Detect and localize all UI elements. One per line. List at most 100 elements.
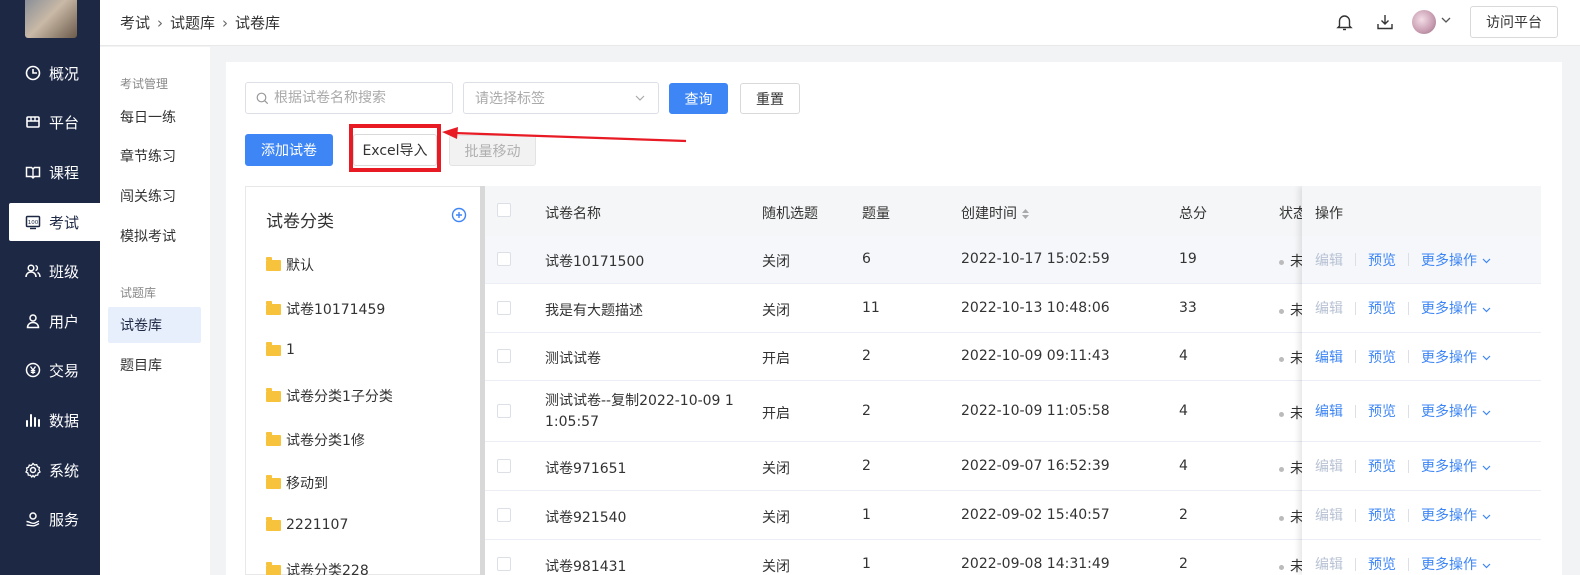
add-paper-button[interactable]: 添加试卷 [245, 134, 333, 166]
nav-item-exam[interactable]: 100 考试 [9, 203, 100, 241]
divider [1408, 350, 1409, 363]
more-actions-link[interactable]: 更多操作 [1421, 401, 1492, 421]
category-item[interactable]: 1 [266, 341, 295, 358]
more-actions-link[interactable]: 更多操作 [1421, 298, 1492, 318]
sub-item-chapter-practice[interactable]: 章节练习 [108, 138, 201, 174]
query-button[interactable]: 查询 [669, 83, 728, 114]
edit-link[interactable]: 编辑 [1315, 401, 1343, 421]
store-icon [24, 113, 42, 131]
edit-link[interactable]: 编辑 [1315, 298, 1343, 318]
preview-link[interactable]: 预览 [1368, 456, 1396, 476]
category-title: 试卷分类 [266, 212, 334, 232]
download-icon[interactable] [1375, 12, 1395, 32]
nav-item-service[interactable]: 服务 [0, 500, 100, 538]
cell-count: 11 [862, 300, 880, 316]
nav-item-class[interactable]: 班级 [0, 252, 100, 290]
chevron-down-icon[interactable] [1440, 14, 1452, 30]
cell-created: 2022-10-13 10:48:06 [961, 300, 1110, 316]
category-item[interactable]: 试卷10171459 [266, 299, 385, 319]
annotation-arrow-icon [442, 127, 687, 143]
select-all-checkbox[interactable] [497, 203, 511, 217]
divider [1408, 557, 1409, 571]
cell-status: 未 [1279, 458, 1304, 478]
edit-link[interactable]: 编辑 [1315, 250, 1343, 270]
col-header-count: 题量 [862, 206, 890, 222]
add-category-icon[interactable] [451, 207, 467, 223]
more-actions-link[interactable]: 更多操作 [1421, 456, 1492, 476]
search-icon [256, 92, 269, 104]
divider [1355, 301, 1356, 315]
edit-link[interactable]: 编辑 [1315, 554, 1343, 574]
sort-icon[interactable] [1021, 208, 1030, 220]
divider [1408, 404, 1409, 418]
category-item[interactable]: 试卷分类1修 [266, 430, 365, 450]
row-checkbox[interactable] [497, 349, 511, 363]
avatar[interactable] [1412, 10, 1436, 34]
row-operations: 编辑 预览 更多操作 [1302, 284, 1541, 333]
clock-icon [24, 64, 42, 82]
col-header-created[interactable]: 创建时间 [961, 203, 1030, 223]
breadcrumb-separator-icon: › [222, 13, 229, 32]
more-actions-link[interactable]: 更多操作 [1421, 505, 1492, 525]
cell-created: 2022-09-07 16:52:39 [961, 458, 1110, 474]
category-item[interactable]: 移动到 [266, 473, 328, 493]
preview-link[interactable]: 预览 [1368, 505, 1396, 525]
preview-link[interactable]: 预览 [1368, 347, 1396, 367]
row-checkbox[interactable] [497, 301, 511, 315]
breadcrumb-item[interactable]: 考试 [120, 12, 150, 33]
more-actions-link[interactable]: 更多操作 [1421, 250, 1492, 270]
chevron-down-icon [1483, 514, 1491, 519]
edit-link[interactable]: 编辑 [1315, 456, 1343, 476]
edit-link[interactable]: 编辑 [1315, 347, 1343, 367]
category-item[interactable]: 试卷分类1子分类 [266, 386, 393, 406]
row-checkbox[interactable] [497, 508, 511, 522]
nav-item-trade[interactable]: 交易 [0, 351, 100, 389]
row-checkbox[interactable] [497, 557, 511, 571]
nav-item-course[interactable]: 课程 [0, 153, 100, 191]
top-header: 考试 › 试题库 › 试卷库 访问平台 [100, 0, 1580, 46]
bell-icon[interactable] [1334, 12, 1354, 32]
logo[interactable] [25, 0, 77, 38]
nav-item-user[interactable]: 用户 [0, 302, 100, 340]
folder-icon [266, 431, 281, 446]
row-checkbox[interactable] [497, 404, 511, 418]
breadcrumb-item[interactable]: 试题库 [170, 12, 215, 33]
category-item[interactable]: 默认 [266, 255, 314, 275]
cell-score: 2 [1179, 507, 1188, 523]
cell-count: 2 [862, 458, 871, 474]
visit-platform-button[interactable]: 访问平台 [1470, 6, 1558, 38]
status-dot-icon [1279, 308, 1284, 314]
nav-item-system[interactable]: 系统 [0, 451, 100, 489]
row-checkbox[interactable] [497, 252, 511, 266]
sub-item-daily-practice[interactable]: 每日一练 [108, 99, 201, 135]
category-item[interactable]: 2221107 [266, 516, 348, 533]
reset-button[interactable]: 重置 [740, 83, 800, 114]
edit-link[interactable]: 编辑 [1315, 505, 1343, 525]
nav-item-label: 课程 [49, 163, 80, 182]
divider [1408, 508, 1409, 522]
nav-item-platform[interactable]: 平台 [0, 103, 100, 141]
status-dot-icon [1279, 259, 1284, 265]
preview-link[interactable]: 预览 [1368, 250, 1396, 270]
sub-item-level-practice[interactable]: 闯关练习 [108, 178, 201, 214]
cell-count: 1 [862, 556, 871, 572]
breadcrumb-separator-icon: › [157, 13, 164, 32]
sub-item-question-library[interactable]: 题目库 [108, 347, 201, 383]
paper-table: 试卷名称 随机选题 题量 创建时间 总分 状态 试卷10171500 关闭 6 202… [485, 186, 1541, 575]
sub-item-paper-library[interactable]: 试卷库 [108, 307, 201, 343]
nav-item-overview[interactable]: 概况 [0, 54, 100, 92]
nav-item-data[interactable]: 数据 [0, 401, 100, 439]
sub-item-mock-exam[interactable]: 模拟考试 [108, 218, 201, 254]
preview-link[interactable]: 预览 [1368, 554, 1396, 574]
preview-link[interactable]: 预览 [1368, 401, 1396, 421]
divider [1355, 459, 1356, 473]
search-input[interactable] [274, 90, 444, 106]
annotation-highlight-box [349, 124, 441, 172]
tag-select[interactable]: 请选择标签 [463, 82, 659, 114]
search-field[interactable] [245, 82, 453, 114]
row-checkbox[interactable] [497, 459, 511, 473]
preview-link[interactable]: 预览 [1368, 298, 1396, 318]
more-actions-link[interactable]: 更多操作 [1421, 347, 1492, 367]
category-item[interactable]: 试卷分类228 [266, 560, 369, 575]
more-actions-link[interactable]: 更多操作 [1421, 554, 1492, 574]
